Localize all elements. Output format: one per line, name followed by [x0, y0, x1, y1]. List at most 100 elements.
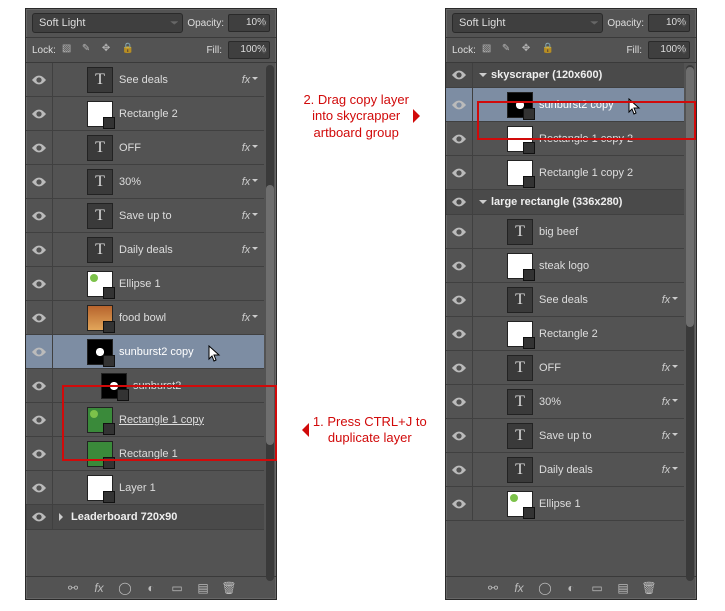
layer-name[interactable]: 30% [119, 176, 236, 188]
visibility-eye-icon[interactable] [26, 335, 53, 368]
trash-icon[interactable]: 🗑 [642, 581, 656, 595]
layer-row[interactable]: T Daily dealsfx [446, 453, 684, 487]
layer-thumbnail[interactable]: T [507, 355, 533, 381]
visibility-eye-icon[interactable] [26, 505, 53, 529]
visibility-eye-icon[interactable] [26, 403, 53, 436]
layer-name[interactable]: Ellipse 1 [119, 278, 264, 290]
layer-row[interactable]: TOFFfx [26, 131, 264, 165]
layer-thumbnail[interactable]: T [87, 135, 113, 161]
lock-icons[interactable]: ▧ ✎ ✥ 🔒 [482, 43, 556, 57]
fill-field[interactable]: 100% [648, 41, 690, 59]
fx-indicator[interactable]: fx [236, 142, 264, 154]
layer-row[interactable]: T 30%fx [446, 385, 684, 419]
adjustment-icon[interactable]: ◐ [144, 581, 158, 595]
scrollbar[interactable] [686, 65, 694, 581]
visibility-eye-icon[interactable] [446, 419, 473, 452]
visibility-eye-icon[interactable] [446, 385, 473, 418]
layer-thumbnail[interactable] [101, 373, 127, 399]
layer-thumbnail[interactable] [87, 441, 113, 467]
chevron-down-icon[interactable] [479, 200, 487, 208]
layer-name[interactable]: Rectangle 2 [539, 328, 684, 340]
fx-indicator[interactable]: fx [236, 74, 264, 86]
layer-name[interactable]: Rectangle 1 copy 2 [539, 133, 684, 145]
layer-name[interactable]: Layer 1 [119, 482, 264, 494]
artboard-group-row[interactable]: Leaderboard 720x90 [26, 505, 264, 530]
layer-thumbnail[interactable]: T [507, 219, 533, 245]
layer-row[interactable]: TOFFfx [446, 351, 684, 385]
fx-indicator[interactable]: fx [236, 312, 264, 324]
layer-name[interactable]: food bowl [119, 312, 236, 324]
layer-name[interactable]: steak logo [539, 260, 684, 272]
layer-row[interactable]: Ellipse 1 [446, 487, 684, 521]
fx-indicator[interactable]: fx [656, 430, 684, 442]
fx-indicator[interactable]: fx [656, 396, 684, 408]
layer-row[interactable]: Rectangle 1 copy [26, 403, 264, 437]
layer-thumbnail[interactable] [87, 475, 113, 501]
lock-all-icon[interactable]: 🔒 [122, 43, 136, 57]
blend-mode-dropdown[interactable]: Soft Light [452, 13, 603, 33]
lock-brush-icon[interactable]: ✎ [82, 43, 96, 57]
layer-thumbnail[interactable]: T [507, 457, 533, 483]
layer-thumbnail[interactable] [507, 491, 533, 517]
layer-row[interactable]: Ellipse 1 [26, 267, 264, 301]
layer-thumbnail[interactable] [507, 321, 533, 347]
lock-transparency-icon[interactable]: ▧ [62, 43, 76, 57]
fx-indicator[interactable]: fx [236, 176, 264, 188]
layer-row[interactable]: sunburst2 [26, 369, 264, 403]
fill-field[interactable]: 100% [228, 41, 270, 59]
visibility-eye-icon[interactable] [26, 267, 53, 300]
layer-name[interactable]: Daily deals [539, 464, 656, 476]
visibility-eye-icon[interactable] [26, 63, 53, 96]
layer-thumbnail[interactable]: T [507, 423, 533, 449]
fx-indicator[interactable]: fx [656, 362, 684, 374]
layer-row[interactable]: Rectangle 1 copy 2 [446, 122, 684, 156]
visibility-eye-icon[interactable] [446, 88, 473, 121]
lock-brush-icon[interactable]: ✎ [502, 43, 516, 57]
layer-thumbnail[interactable] [87, 407, 113, 433]
visibility-eye-icon[interactable] [26, 199, 53, 232]
layer-thumbnail[interactable]: T [87, 237, 113, 263]
layer-name[interactable]: 30% [539, 396, 656, 408]
link-icon[interactable]: ⚯ [486, 581, 500, 595]
layer-thumbnail[interactable]: T [87, 203, 113, 229]
visibility-eye-icon[interactable] [26, 131, 53, 164]
visibility-eye-icon[interactable] [446, 215, 473, 248]
layer-name[interactable]: big beef [539, 226, 684, 238]
layer-name[interactable]: sunburst2 copy [539, 99, 684, 111]
lock-move-icon[interactable]: ✥ [102, 43, 116, 57]
layer-thumbnail[interactable]: T [87, 67, 113, 93]
layer-thumbnail[interactable] [507, 160, 533, 186]
visibility-eye-icon[interactable] [446, 283, 473, 316]
layer-thumbnail[interactable] [87, 339, 113, 365]
layer-row[interactable]: sunburst2 copy [26, 335, 264, 369]
layer-row[interactable]: TSave up tofx [446, 419, 684, 453]
fx-indicator[interactable]: fx [236, 244, 264, 256]
layer-row[interactable]: sunburst2 copy [446, 88, 684, 122]
visibility-eye-icon[interactable] [446, 249, 473, 282]
visibility-eye-icon[interactable] [446, 351, 473, 384]
fx-indicator[interactable]: fx [656, 464, 684, 476]
layer-thumbnail[interactable] [507, 92, 533, 118]
layer-row[interactable]: Rectangle 2 [26, 97, 264, 131]
layer-row[interactable]: Tbig beef [446, 215, 684, 249]
layer-row[interactable]: Rectangle 1 copy 2 [446, 156, 684, 190]
layer-thumbnail[interactable]: T [507, 389, 533, 415]
visibility-eye-icon[interactable] [446, 122, 473, 155]
fx-icon[interactable]: fx [512, 581, 526, 595]
scroll-thumb[interactable] [686, 67, 694, 327]
scrollbar[interactable] [266, 65, 274, 581]
fx-indicator[interactable]: fx [236, 210, 264, 222]
layer-name[interactable]: Save up to [119, 210, 236, 222]
mask-icon[interactable]: ◯ [538, 581, 552, 595]
new-layer-icon[interactable]: ▤ [196, 581, 210, 595]
visibility-eye-icon[interactable] [26, 369, 53, 402]
chevron-down-icon[interactable] [479, 73, 487, 81]
new-layer-icon[interactable]: ▤ [616, 581, 630, 595]
blend-mode-dropdown[interactable]: Soft Light [32, 13, 183, 33]
trash-icon[interactable]: 🗑 [222, 581, 236, 595]
layer-row[interactable]: steak logo [446, 249, 684, 283]
lock-transparency-icon[interactable]: ▧ [482, 43, 496, 57]
visibility-eye-icon[interactable] [446, 190, 473, 214]
layer-name[interactable]: sunburst2 copy [119, 346, 264, 358]
lock-move-icon[interactable]: ✥ [522, 43, 536, 57]
